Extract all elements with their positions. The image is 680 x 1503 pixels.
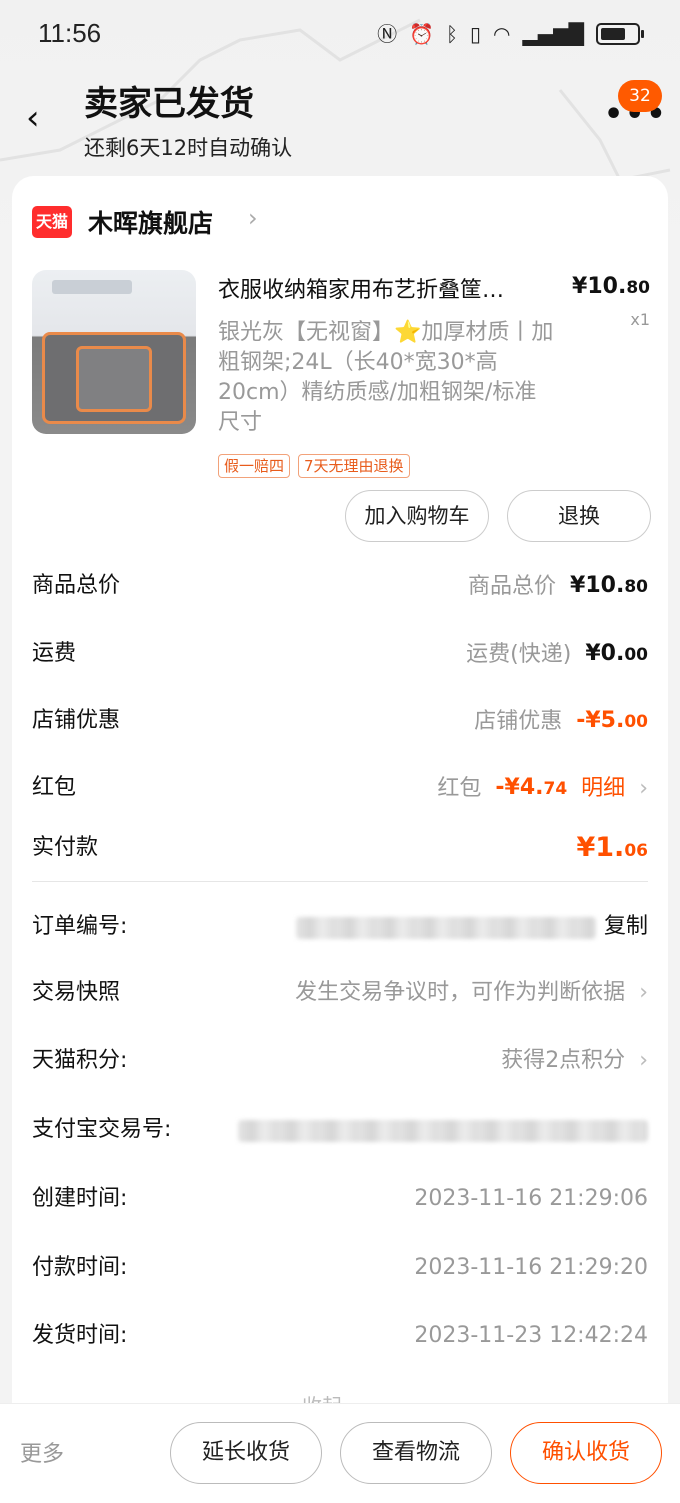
red-packet-detail-link[interactable]: 明细: [581, 769, 625, 809]
tmall-logo: 天猫: [32, 206, 72, 238]
signal-icon: ▂▄▆█: [522, 22, 584, 46]
order-card: 天猫 木晖旗舰店 › 衣服收纳箱家用布艺折叠筐… ¥10.80 x1 银光灰【无…: [12, 176, 668, 1476]
view-logistics-button[interactable]: 查看物流: [340, 1422, 492, 1484]
alarm-icon: ⏰: [409, 22, 434, 46]
alipay-number-redacted: [238, 1120, 648, 1142]
info-row-snapshot[interactable]: 交易快照 发生交易争议时，可作为判断依据 ›: [32, 973, 648, 1013]
fee-row-shipping: 运费 运费(快递) ¥0.00: [32, 634, 648, 674]
return-exchange-button[interactable]: 退换: [507, 490, 651, 542]
info-row-paid-time: 付款时间: 2023-11-16 21:29:20: [32, 1255, 648, 1280]
product-title[interactable]: 衣服收纳箱家用布艺折叠筐…: [218, 272, 558, 304]
chevron-right-icon: ›: [639, 980, 648, 1005]
add-to-cart-button[interactable]: 加入购物车: [345, 490, 489, 542]
goods-total-amount: ¥10.80: [570, 573, 648, 598]
chevron-right-icon: ›: [639, 775, 648, 801]
shipping-amount: ¥0.00: [585, 641, 648, 666]
bluetooth-icon: ᛒ: [446, 22, 458, 46]
product-image[interactable]: [32, 270, 196, 434]
product-price: ¥10.80: [572, 274, 650, 299]
status-time: 11:56: [38, 18, 102, 48]
page-title: 卖家已发货: [84, 84, 254, 124]
copy-order-number-button[interactable]: 复制: [604, 907, 648, 947]
order-number-redacted: [296, 917, 596, 939]
product-quantity: x1: [630, 310, 650, 329]
tag-7-day-return: 7天无理由退换: [298, 454, 410, 478]
bottom-action-bar: 更多 延长收货 查看物流 确认收货: [0, 1403, 680, 1503]
info-row-points[interactable]: 天猫积分: 获得2点积分 ›: [32, 1041, 648, 1081]
red-packet-amount: -¥4.74: [495, 775, 568, 800]
wifi-icon: ◠: [493, 22, 511, 46]
more-actions-link[interactable]: 更多: [20, 1436, 64, 1468]
status-bar: 11:56 Ⓝ ⏰ ᛒ ▯ ◠ ▂▄▆█: [0, 0, 680, 70]
shop-name[interactable]: 木晖旗舰店: [88, 204, 213, 240]
fee-row-goods-total: 商品总价 商品总价 ¥10.80: [32, 566, 648, 606]
nfc-icon: Ⓝ: [377, 22, 398, 46]
info-row-created: 创建时间: 2023-11-16 21:29:06: [32, 1186, 648, 1211]
status-icons: Ⓝ ⏰ ᛒ ▯ ◠ ▂▄▆█: [377, 20, 644, 48]
tag-fake-compensation: 假一赔四: [218, 454, 291, 478]
info-row-alipay-number: 支付宝交易号:: [32, 1110, 648, 1150]
service-tags: 假一赔四 7天无理由退换: [218, 454, 410, 478]
fee-row-shop-discount: 店铺优惠 店铺优惠 -¥5.00: [32, 701, 648, 741]
fee-row-red-packet[interactable]: 红包 红包 -¥4.74 明细 ›: [32, 768, 648, 808]
paid-amount: ¥1.06: [576, 832, 648, 863]
extend-receipt-button[interactable]: 延长收货: [170, 1422, 322, 1484]
battery-icon: [596, 23, 644, 45]
shop-discount-amount: -¥5.00: [576, 708, 648, 733]
message-count-badge: 32: [618, 80, 662, 112]
chevron-right-icon: ›: [639, 1048, 648, 1073]
auto-confirm-countdown: 还剩6天12时自动确认: [84, 136, 293, 160]
product-spec: 银光灰【无视窗】⭐加厚材质丨加粗钢架;24L（长40*宽30*高20cm）精纺质…: [218, 320, 554, 435]
divider: [32, 881, 648, 882]
vibrate-icon: ▯: [470, 22, 482, 46]
info-row-shipped-time: 发货时间: 2023-11-23 12:42:24: [32, 1323, 648, 1348]
fee-row-paid: 实付款 ¥1.06: [32, 828, 648, 868]
back-icon[interactable]: ‹: [26, 100, 56, 136]
info-row-order-number: 订单编号: 复制: [32, 907, 648, 947]
confirm-receipt-button[interactable]: 确认收货: [510, 1422, 662, 1484]
chevron-right-icon[interactable]: ›: [248, 204, 258, 232]
